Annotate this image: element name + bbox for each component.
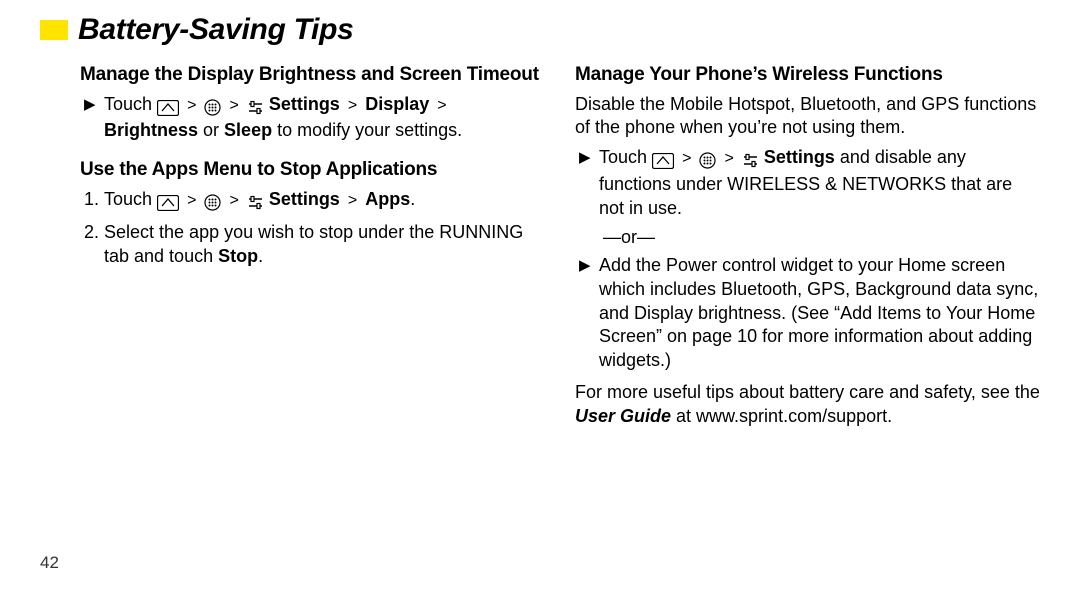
right-column: Manage Your Phone’s Wireless Functions D… <box>575 56 1040 435</box>
step-number: 2. <box>84 221 104 245</box>
text-bold: Settings <box>269 94 340 114</box>
apps-grid-icon <box>204 191 221 215</box>
text: . <box>410 189 415 209</box>
right-heading-1: Manage Your Phone’s Wireless Functions <box>575 62 1040 87</box>
play-bullet-icon: ▶ <box>579 146 599 168</box>
left-step-3-body: Select the app you wish to stop under th… <box>104 221 545 269</box>
text: or <box>198 120 224 140</box>
right-step-2: ▶ Add the Power control widget to your H… <box>579 254 1040 373</box>
text: . <box>258 246 263 266</box>
text-bold: Brightness <box>104 120 198 140</box>
chevron-icon: > <box>187 95 196 116</box>
right-para-1: Disable the Mobile Hotspot, Bluetooth, a… <box>575 93 1040 141</box>
settings-sliders-icon <box>247 96 264 120</box>
text-bold: Stop <box>218 246 258 266</box>
text: Touch <box>104 94 157 114</box>
left-heading-2: Use the Apps Menu to Stop Applications <box>80 157 545 182</box>
page-number: 42 <box>40 552 59 574</box>
chevron-icon: > <box>229 190 238 211</box>
right-step-1-body: Touch > > Settings and disable any funct… <box>599 146 1040 220</box>
text: Touch <box>104 189 157 209</box>
left-step-3: 2. Select the app you wish to stop under… <box>84 221 545 269</box>
right-step-2-body: Add the Power control widget to your Hom… <box>599 254 1040 373</box>
text-bold: Apps <box>365 189 410 209</box>
apps-grid-icon <box>699 149 716 173</box>
text-bold-italic: User Guide <box>575 406 671 426</box>
chevron-icon: > <box>348 95 357 116</box>
left-step-1: ▶ Touch > > Settings > Display > <box>84 93 545 144</box>
chevron-icon: > <box>229 95 238 116</box>
text: For more useful tips about battery care … <box>575 382 1040 402</box>
page-title: Battery-Saving Tips <box>78 10 354 50</box>
apps-grid-icon <box>204 96 221 120</box>
right-step-1: ▶ Touch > > Settings and disable any fun… <box>579 146 1040 220</box>
title-row: Battery-Saving Tips <box>40 10 1040 50</box>
text: at www.sprint.com/support. <box>671 406 892 426</box>
left-column: Manage the Display Brightness and Screen… <box>80 56 545 435</box>
chevron-icon: > <box>348 190 357 211</box>
text-bold: Settings <box>269 189 340 209</box>
play-bullet-icon: ▶ <box>579 254 599 276</box>
text-bold: Settings <box>764 147 835 167</box>
accent-block <box>40 20 68 40</box>
play-bullet-icon: ▶ <box>84 93 104 115</box>
text: Touch <box>599 147 652 167</box>
home-icon <box>157 191 179 215</box>
chevron-icon: > <box>724 148 733 169</box>
home-icon <box>652 149 674 173</box>
left-step-2-body: Touch > > Settings > Apps. <box>104 188 545 215</box>
right-para-2: For more useful tips about battery care … <box>575 381 1040 429</box>
chevron-icon: > <box>437 95 446 116</box>
step-number: 1. <box>84 188 104 212</box>
text: to modify your settings. <box>272 120 462 140</box>
left-heading-1: Manage the Display Brightness and Screen… <box>80 62 545 87</box>
left-step-1-body: Touch > > Settings > Display > Brightnes… <box>104 93 545 144</box>
columns: Manage the Display Brightness and Screen… <box>80 56 1040 435</box>
text-bold: Sleep <box>224 120 272 140</box>
home-icon <box>157 96 179 120</box>
text: Select the app you wish to stop under th… <box>104 222 523 266</box>
chevron-icon: > <box>682 148 691 169</box>
left-step-2: 1. Touch > > Settings > Apps. <box>84 188 545 215</box>
chevron-icon: > <box>187 190 196 211</box>
text-bold: Display <box>365 94 429 114</box>
settings-sliders-icon <box>247 191 264 215</box>
settings-sliders-icon <box>742 149 759 173</box>
or-separator: —or— <box>603 226 1040 250</box>
